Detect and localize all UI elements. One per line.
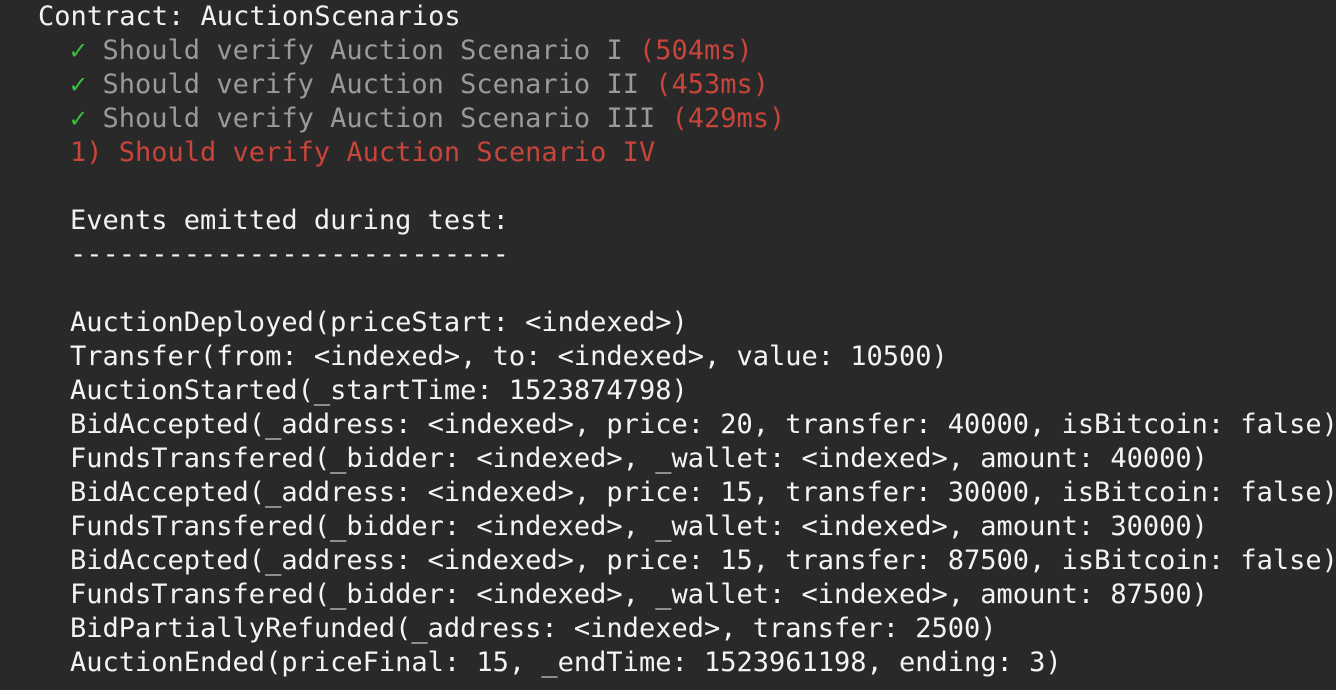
events-divider: --------------------------- bbox=[70, 239, 509, 270]
event-line: FundsTransfered(_bidder: <indexed>, _wal… bbox=[70, 443, 1208, 474]
test-name: Should verify Auction Scenario III bbox=[102, 103, 656, 134]
event-line: BidPartiallyRefunded(_address: <indexed>… bbox=[70, 613, 997, 644]
event-line: FundsTransfered(_bidder: <indexed>, _wal… bbox=[70, 511, 1208, 542]
test-result-passed: ✓ Should verify Auction Scenario III (42… bbox=[38, 102, 1336, 136]
event-line: FundsTransfered(_bidder: <indexed>, _wal… bbox=[70, 579, 1208, 610]
event-line: BidAccepted(_address: <indexed>, price: … bbox=[70, 409, 1336, 440]
event-line: AuctionDeployed(priceStart: <indexed>) bbox=[70, 307, 688, 338]
test-result-passed: ✓ Should verify Auction Scenario II (453… bbox=[38, 68, 1336, 102]
check-icon: ✓ bbox=[70, 69, 87, 100]
test-duration: (504ms) bbox=[638, 35, 753, 66]
event-line: AuctionStarted(_startTime: 1523874798) bbox=[70, 375, 688, 406]
test-result-failed: 1) Should verify Auction Scenario IV bbox=[70, 137, 656, 168]
events-header: Events emitted during test: bbox=[70, 205, 509, 236]
terminal-output: Contract: AuctionScenarios ✓ Should veri… bbox=[0, 0, 1336, 690]
check-icon: ✓ bbox=[70, 35, 87, 66]
test-result-passed: ✓ Should verify Auction Scenario I (504m… bbox=[38, 34, 1336, 68]
event-line: Transfer(from: <indexed>, to: <indexed>,… bbox=[70, 341, 948, 372]
test-duration: (429ms) bbox=[671, 103, 786, 134]
check-icon: ✓ bbox=[70, 103, 87, 134]
test-duration: (453ms) bbox=[655, 69, 770, 100]
test-name: Should verify Auction Scenario I bbox=[102, 35, 623, 66]
event-line: BidAccepted(_address: <indexed>, price: … bbox=[70, 477, 1336, 508]
event-line: AuctionEnded(priceFinal: 15, _endTime: 1… bbox=[70, 647, 1062, 678]
contract-title: Contract: AuctionScenarios bbox=[38, 1, 461, 32]
event-line: BidAccepted(_address: <indexed>, price: … bbox=[70, 545, 1336, 576]
test-name: Should verify Auction Scenario II bbox=[102, 69, 639, 100]
